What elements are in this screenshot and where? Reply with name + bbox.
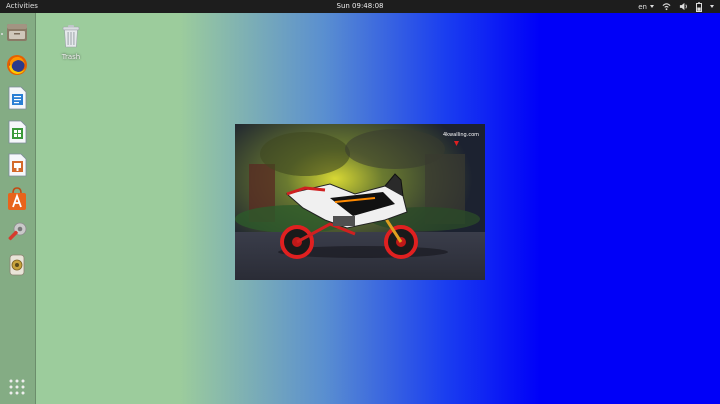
language-label: en: [638, 2, 647, 11]
battery-icon[interactable]: [696, 1, 702, 12]
trash-icon: [62, 25, 80, 48]
motorcycle-photo: 4kwalling.com: [235, 124, 485, 280]
dock-libreoffice-writer[interactable]: [5, 86, 29, 110]
top-bar: Activities Sun 09:48:08 en: [0, 0, 720, 13]
updater-icon: [9, 254, 25, 276]
calc-icon: [8, 120, 27, 144]
image-viewer-window[interactable]: 4kwalling.com: [235, 124, 485, 280]
writer-icon: [8, 86, 27, 110]
activities-button[interactable]: Activities: [6, 2, 38, 10]
impress-icon: [8, 153, 27, 177]
show-applications-button[interactable]: [5, 375, 29, 399]
dock-libreoffice-impress[interactable]: [5, 153, 29, 177]
firefox-icon: [7, 55, 27, 75]
trash-desktop-icon[interactable]: Trash: [55, 24, 87, 61]
language-indicator[interactable]: en: [638, 3, 654, 11]
trash-label: Trash: [61, 53, 81, 61]
dock-files[interactable]: [5, 20, 29, 44]
volume-icon[interactable]: [679, 2, 688, 11]
app-grid-icon: [9, 379, 25, 395]
dock-settings[interactable]: [5, 220, 29, 244]
running-indicator: [1, 33, 3, 35]
dock-libreoffice-calc[interactable]: [5, 120, 29, 144]
watermark-text: 4kwalling.com: [443, 132, 479, 138]
chevron-down-icon: [650, 5, 654, 8]
software-center-icon: [8, 187, 26, 210]
dock-software-updater[interactable]: [5, 253, 29, 277]
dock: [0, 13, 36, 404]
system-tray[interactable]: en: [638, 1, 714, 12]
clock-container: Sun 09:48:08: [0, 2, 720, 10]
dock-ubuntu-software[interactable]: [5, 187, 29, 211]
network-icon[interactable]: [662, 2, 671, 11]
settings-icon: [8, 222, 27, 241]
power-menu-arrow-icon[interactable]: [710, 5, 714, 8]
clock-button[interactable]: Sun 09:48:08: [337, 2, 384, 10]
files-icon: [7, 24, 27, 41]
dock-firefox[interactable]: [5, 53, 29, 77]
